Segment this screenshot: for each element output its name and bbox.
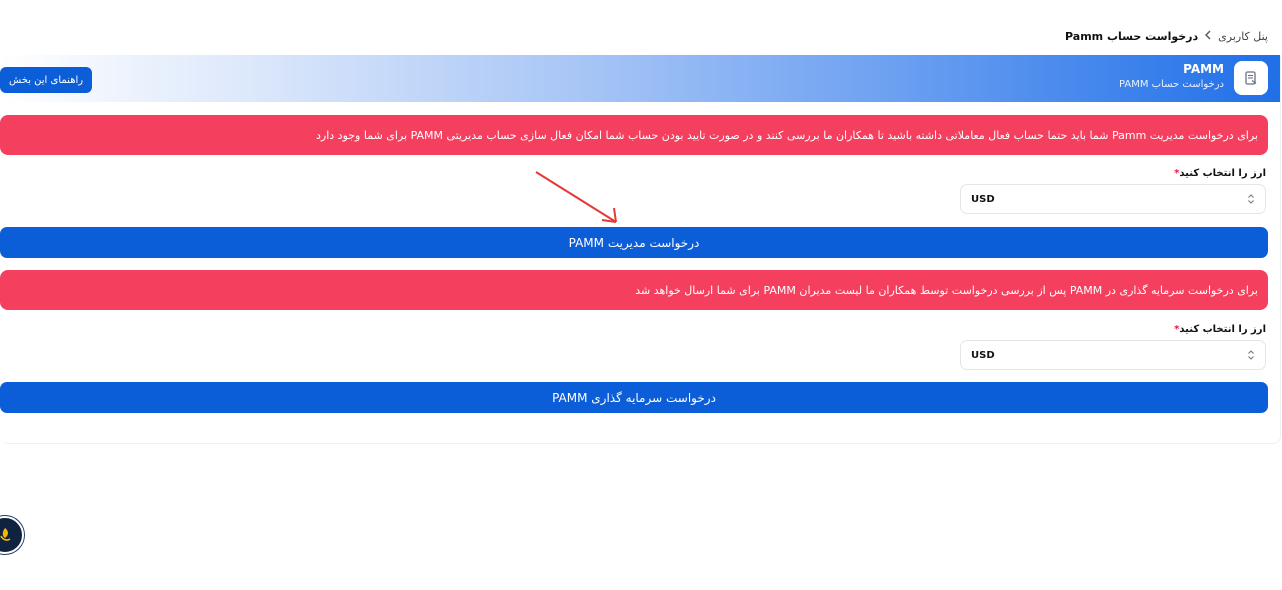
support-chat-logo[interactable] bbox=[0, 516, 24, 554]
pamm-request-card: PAMM درخواست حساب PAMM راهنمای این بخش ب… bbox=[0, 55, 1281, 444]
logo-mark-icon bbox=[0, 528, 11, 541]
section-guide-button[interactable]: راهنمای این بخش bbox=[0, 67, 93, 93]
request-pamm-investment-button[interactable]: درخواست سرمایه گذاری PAMM bbox=[0, 382, 1268, 413]
request-pamm-management-button[interactable]: درخواست مدیریت PAMM bbox=[0, 227, 1268, 258]
manager-alert-text: برای درخواست مدیریت Pamm شما باید حتما ح… bbox=[316, 128, 1258, 142]
investment-currency-label: ارز را انتخاب کنید* bbox=[1174, 324, 1266, 335]
chevron-left-icon bbox=[1204, 30, 1212, 43]
section-header-banner: PAMM درخواست حساب PAMM راهنمای این بخش bbox=[0, 55, 1280, 102]
select-updown-icon bbox=[1248, 350, 1254, 360]
manager-currency-label-text: ارز را انتخاب کنید bbox=[1179, 168, 1266, 179]
investment-info-alert: برای درخواست سرمایه گذاری در PAMM پس از … bbox=[0, 270, 1268, 310]
breadcrumb: پنل کاربری درخواست حساب Pamm bbox=[1065, 30, 1268, 43]
investment-currency-label-text: ارز را انتخاب کنید bbox=[1179, 324, 1266, 335]
manager-currency-value: USD bbox=[971, 193, 995, 205]
manager-currency-label: ارز را انتخاب کنید* bbox=[1174, 168, 1266, 179]
document-icon bbox=[1245, 71, 1257, 85]
banner-title: PAMM bbox=[1183, 62, 1224, 76]
investment-currency-value: USD bbox=[971, 349, 995, 361]
investment-currency-select[interactable]: USD bbox=[960, 340, 1266, 370]
manager-info-alert: برای درخواست مدیریت Pamm شما باید حتما ح… bbox=[0, 115, 1268, 155]
breadcrumb-current: درخواست حساب Pamm bbox=[1065, 30, 1199, 43]
manager-currency-select[interactable]: USD bbox=[960, 184, 1266, 214]
investment-alert-text: برای درخواست سرمایه گذاری در PAMM پس از … bbox=[635, 283, 1258, 297]
select-updown-icon bbox=[1248, 194, 1254, 204]
breadcrumb-parent-link[interactable]: پنل کاربری bbox=[1218, 30, 1268, 43]
banner-icon-container bbox=[1234, 61, 1268, 95]
annotation-arrow-icon bbox=[535, 171, 617, 223]
banner-subtitle: درخواست حساب PAMM bbox=[1118, 79, 1224, 90]
